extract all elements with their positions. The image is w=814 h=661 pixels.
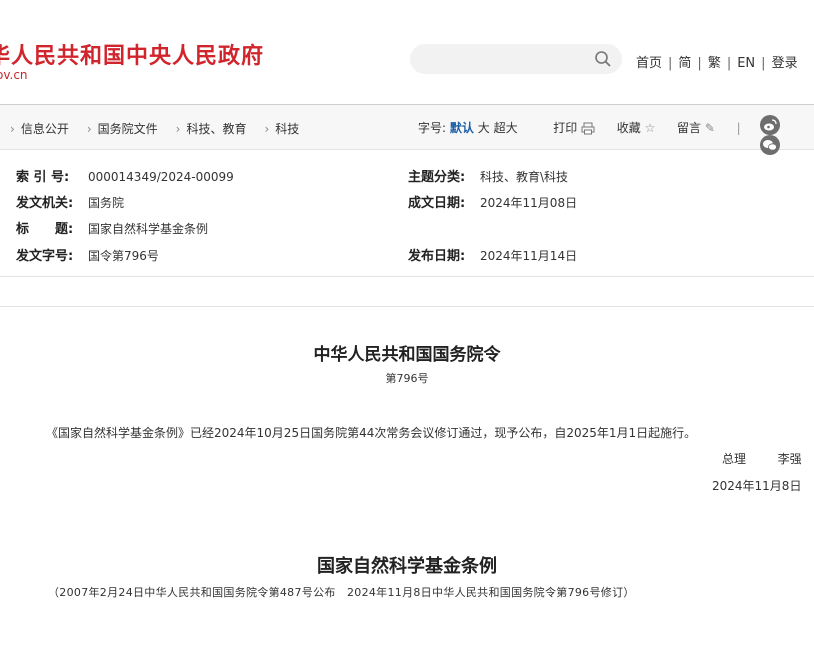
meta-issuer-label: 发文机关: bbox=[16, 196, 74, 211]
article-tools: 字号: 默认 大 超大 打印 收藏 ☆ 留言 ✎ | bbox=[418, 119, 741, 136]
search-box bbox=[410, 44, 622, 76]
wechat-icon[interactable] bbox=[760, 135, 780, 155]
font-size-label: 字号: bbox=[418, 121, 447, 135]
site-logo-url: ov.cn bbox=[0, 68, 28, 82]
meta-issuer: 发文机关: 国务院 bbox=[16, 192, 124, 211]
site-header: 华人民共和国中央人民政府 ov.cn 首页 | 简 | 繁 | EN | 登录 bbox=[0, 0, 814, 104]
pencil-icon: ✎ bbox=[704, 121, 715, 135]
font-size-large[interactable]: 大 bbox=[478, 121, 490, 135]
link-english[interactable]: EN bbox=[737, 56, 755, 71]
font-size-default[interactable]: 默认 bbox=[450, 121, 474, 135]
meta-doc-no-value: 国令第796号 bbox=[88, 249, 159, 263]
star-icon: ☆ bbox=[644, 121, 656, 135]
meta-title-value: 国家自然科学基金条例 bbox=[88, 222, 209, 236]
order-number: 第796号 bbox=[385, 372, 429, 385]
breadcrumb-item-info[interactable]: 信息公开 bbox=[21, 122, 69, 136]
breadcrumb-item-tech[interactable]: 科技 bbox=[275, 122, 299, 136]
meta-date-written-value: 2024年11月08日 bbox=[480, 196, 578, 210]
meta-index-label: 索 引 号: bbox=[16, 170, 70, 185]
signer-name: 李强 bbox=[777, 452, 802, 466]
social-share bbox=[760, 115, 814, 155]
law-subtitle: （2007年2月24日中华人民共和国国务院令第487号公布 2024年11月8日… bbox=[48, 586, 635, 599]
chevron-right-icon: › bbox=[264, 122, 270, 136]
meta-issuer-value: 国务院 bbox=[88, 196, 125, 210]
meta-publish-date: 发布日期: 2024年11月14日 bbox=[408, 245, 577, 264]
printer-icon bbox=[581, 122, 595, 135]
signer-title: 总理 bbox=[722, 452, 747, 466]
comment-label: 留言 bbox=[677, 121, 702, 135]
meta-doc-no: 发文字号: 国令第796号 bbox=[16, 245, 159, 264]
meta-index-value: 000014349/2024-00099 bbox=[88, 170, 234, 184]
link-simplified[interactable]: 简 bbox=[678, 56, 691, 71]
site-logo-title[interactable]: 华人民共和国中央人民政府 bbox=[0, 38, 264, 70]
order-paragraph: 《国家自然科学基金条例》已经2024年10月25日国务院第44次常务会议修订通过… bbox=[46, 426, 697, 440]
document-metadata: 索 引 号: 000014349/2024-00099 主题分类: 科技、教育\科技… bbox=[0, 158, 814, 278]
meta-title-label: 标 题: bbox=[16, 222, 74, 237]
search-icon[interactable] bbox=[594, 50, 612, 68]
search-input[interactable] bbox=[424, 44, 598, 76]
meta-doc-no-label: 发文字号: bbox=[16, 249, 74, 264]
link-home[interactable]: 首页 bbox=[636, 56, 662, 71]
meta-topic-label: 主题分类: bbox=[408, 170, 466, 185]
order-title: 中华人民共和国国务院令 bbox=[313, 345, 501, 365]
meta-date-written: 成文日期: 2024年11月08日 bbox=[408, 192, 577, 211]
meta-index: 索 引 号: 000014349/2024-00099 bbox=[16, 166, 234, 185]
chevron-right-icon: › bbox=[175, 122, 181, 136]
link-divider: | bbox=[668, 56, 673, 71]
tools-divider: | bbox=[736, 121, 741, 135]
link-login[interactable]: 登录 bbox=[772, 56, 798, 71]
top-links: 首页 | 简 | 繁 | EN | 登录 bbox=[636, 52, 798, 71]
print-button[interactable]: 打印 bbox=[553, 121, 599, 135]
comment-button[interactable]: 留言 ✎ bbox=[677, 121, 719, 135]
meta-publish-date-value: 2024年11月14日 bbox=[480, 249, 578, 263]
link-divider: | bbox=[761, 56, 766, 71]
breadcrumb-item-state-council-docs[interactable]: 国务院文件 bbox=[98, 122, 158, 136]
meta-date-written-label: 成文日期: bbox=[408, 196, 466, 211]
chevron-right-icon: › bbox=[86, 122, 92, 136]
font-size-xlarge[interactable]: 超大 bbox=[494, 121, 518, 135]
favorite-button[interactable]: 收藏 ☆ bbox=[617, 121, 659, 135]
print-label: 打印 bbox=[553, 121, 578, 135]
meta-publish-date-label: 发布日期: bbox=[408, 249, 466, 264]
link-divider: | bbox=[697, 56, 702, 71]
meta-topic-value: 科技、教育\科技 bbox=[480, 170, 569, 184]
favorite-label: 收藏 bbox=[616, 121, 641, 135]
signature: 总理 李强 bbox=[722, 450, 802, 467]
meta-divider bbox=[0, 276, 814, 277]
meta-topic: 主题分类: 科技、教育\科技 bbox=[408, 166, 568, 185]
meta-title: 标 题: 国家自然科学基金条例 bbox=[16, 218, 208, 237]
chevron-right-icon: › bbox=[10, 122, 15, 136]
content-divider bbox=[0, 306, 814, 307]
signature-date: 2024年11月8日 bbox=[712, 479, 802, 493]
weibo-icon[interactable] bbox=[760, 115, 780, 135]
breadcrumb: › 信息公开 › 国务院文件 › 科技、教育 › 科技 bbox=[10, 120, 299, 137]
link-traditional[interactable]: 繁 bbox=[708, 56, 721, 71]
nav-bar: › 信息公开 › 国务院文件 › 科技、教育 › 科技 字号: 默认 大 超大 打印 收藏 ☆… bbox=[0, 105, 814, 155]
law-title: 国家自然科学基金条例 bbox=[317, 556, 497, 577]
breadcrumb-item-sci-edu[interactable]: 科技、教育 bbox=[186, 122, 246, 136]
link-divider: | bbox=[726, 56, 732, 71]
